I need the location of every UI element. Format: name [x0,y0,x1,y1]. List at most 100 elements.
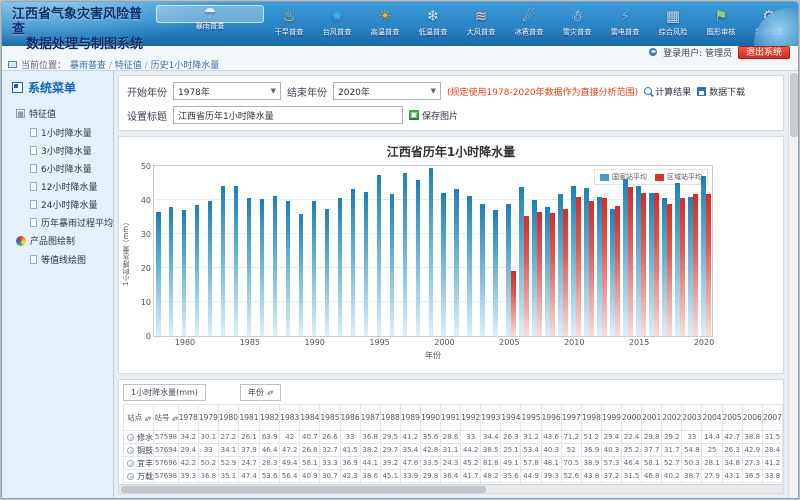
menu-icon [12,82,23,93]
year-column-header[interactable]: 2001 [642,405,662,431]
value-cell: 47.4 [239,470,260,483]
toolbar-item-typhoon[interactable]: ✺台风普查 [314,5,360,43]
start-year-select[interactable]: 1978年▼ [173,82,281,100]
bar-national-2014 [623,179,628,336]
year-column-header[interactable]: 1998 [581,405,601,431]
toolbar-item-drought[interactable]: ♨干旱普查 [266,5,312,43]
column-header[interactable]: 站号 ▲▼ [154,405,178,431]
bar-national-1980 [182,210,187,336]
bar-national-2011 [584,188,589,336]
sidebar-group-1[interactable]: ▦特征值 [2,104,113,123]
table-horizontal-scrollbar[interactable] [119,484,783,493]
scrollbar-thumb[interactable] [121,486,486,493]
value-cell: 33.3 [320,457,340,470]
year-column-header[interactable]: 1986 [340,405,360,431]
bar-regional-2013 [615,206,620,336]
sidebar-title: 系统菜单 [2,71,113,104]
value-cell: 35.6 [420,431,440,444]
year-column-header[interactable]: 1997 [561,405,581,431]
station-name-cell[interactable]: 宜丰 [124,457,154,470]
toolbar-item-snow[interactable]: ☃雪灾普查 [554,5,600,43]
value-cell: 40.3 [601,444,621,457]
year-column-header[interactable]: 1996 [541,405,561,431]
radio-icon[interactable] [127,447,134,454]
year-sort-header[interactable]: 年份 ▲▼ [240,384,281,401]
year-column-header[interactable]: 2007 [762,405,782,431]
vertical-scrollbar[interactable] [788,71,798,498]
sidebar-item[interactable]: 1小时降水量 [2,123,113,141]
y-tick-label: 0 [146,332,151,341]
save-disk-icon [697,87,706,96]
radio-icon[interactable] [127,473,134,480]
sidebar-item[interactable]: 6小时降水量 [2,159,113,177]
year-column-header[interactable]: 1983 [280,405,300,431]
year-column-header[interactable]: 2004 [702,405,722,431]
end-year-select[interactable]: 2020年▼ [333,82,441,100]
bar-national-2012 [597,197,602,336]
toolbar-item-hail[interactable]: ☄冰雹普查 [506,5,552,43]
year-column-header[interactable]: 1982 [260,405,280,431]
sidebar-group-2[interactable]: 产品图绘制 [2,231,113,250]
toolbar-item-lightning[interactable]: ⚡雷电普查 [602,5,648,43]
station-name-cell[interactable]: 万载 [124,470,154,483]
sidebar-item[interactable]: 3小时降水量 [2,141,113,159]
year-column-header[interactable]: 2006 [742,405,762,431]
year-column-header[interactable]: 1990 [420,405,440,431]
chart-title-input[interactable] [173,106,403,124]
save-image-button[interactable]: ▣ 保存图片 [409,109,458,122]
calc-result-button[interactable]: 计算结果 [644,85,691,98]
year-column-header[interactable]: 2005 [722,405,742,431]
value-cell: 26.8 [300,444,320,457]
year-column-header[interactable]: 1994 [501,405,521,431]
breadcrumb-prefix: 当前位置： [21,58,66,71]
scrollbar-thumb[interactable] [790,73,798,137]
station-name-cell[interactable]: 修水 [124,431,154,444]
bar-national-1982 [208,201,213,336]
document-icon [30,200,37,209]
sidebar-item[interactable]: 24小时降水量 [2,195,113,213]
breadcrumb-item[interactable]: 历史1小时降水量 [151,61,220,71]
data-download-button[interactable]: 数据下载 [697,85,745,98]
year-column-header[interactable]: 1987 [360,405,380,431]
year-column-header[interactable]: 2000 [622,405,642,431]
x-tick-label: 1985 [240,338,260,347]
sidebar-item[interactable]: 12小时降水量 [2,177,113,195]
year-column-header[interactable]: 1979 [198,405,218,431]
year-column-header[interactable]: 1993 [481,405,501,431]
year-column-header[interactable]: 2003 [682,405,702,431]
logout-button[interactable]: 退出系统 [738,46,790,59]
value-cell: 52 [561,444,581,457]
year-column-header[interactable]: 1984 [300,405,320,431]
value-cell: 22.4 [622,431,642,444]
station-name-cell[interactable]: 铜鼓 [124,444,154,457]
sidebar-item[interactable]: 历年暴雨过程平均降水量 [2,213,113,231]
year-column-header[interactable]: 1992 [461,405,481,431]
radio-icon[interactable] [127,460,134,467]
x-tick-label: 1990 [305,338,325,347]
year-column-header[interactable]: 1978 [178,405,198,431]
measure-selector[interactable]: 1小时降水量(mm) [123,384,206,401]
year-column-header[interactable]: 1999 [601,405,621,431]
toolbar-item-comprehensive-risk[interactable]: ▦综合风险 [650,5,696,43]
year-column-header[interactable]: 1985 [320,405,340,431]
year-column-header[interactable]: 1991 [441,405,461,431]
station-id-cell: 57698 [154,470,178,483]
value-cell: 33 [682,431,702,444]
toolbar-item-rainstorm[interactable]: ☂暴雨普查 [156,5,264,23]
year-column-header[interactable]: 1981 [239,405,260,431]
toolbar-item-gale[interactable]: ≋大风普查 [458,5,504,43]
radio-icon[interactable] [127,434,134,441]
bar-regional-2005 [511,271,516,336]
column-header[interactable]: 站点 ▲▼ [124,405,154,431]
hail-icon: ☄ [516,5,542,27]
year-column-header[interactable]: 1988 [380,405,400,431]
year-column-header[interactable]: 2002 [662,405,682,431]
breadcrumb-item[interactable]: 暴雨普查 [70,61,106,71]
toolbar-item-high-temp[interactable]: ☀高温普查 [362,5,408,43]
year-column-header[interactable]: 1980 [218,405,238,431]
year-column-header[interactable]: 1995 [521,405,541,431]
breadcrumb-item[interactable]: 特征值 [115,61,142,71]
toolbar-item-low-temp[interactable]: ❄低温普查 [410,5,456,43]
year-column-header[interactable]: 1989 [400,405,420,431]
sidebar-item[interactable]: 等值线绘图 [2,250,113,268]
